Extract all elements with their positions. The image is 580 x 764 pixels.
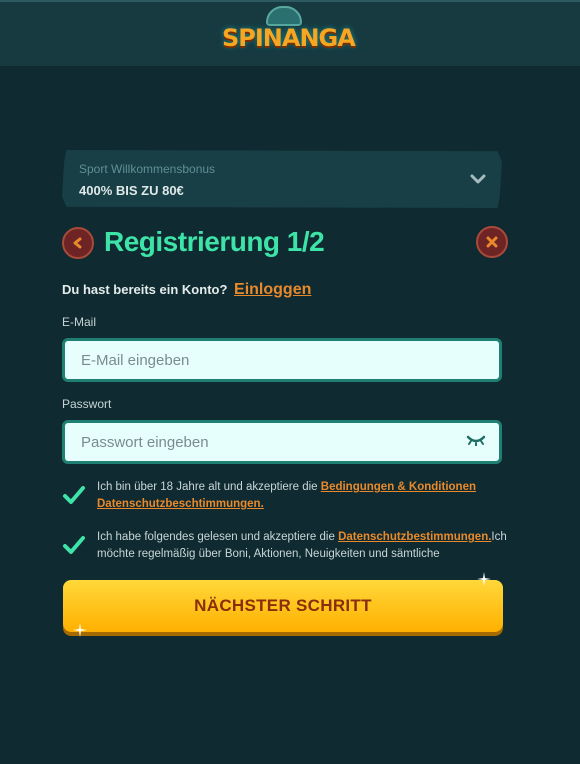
password-label: Passwort — [62, 397, 112, 411]
sparkle-icon — [73, 623, 87, 637]
chevron-left-icon — [73, 237, 82, 249]
chevron-down-icon — [470, 174, 486, 184]
bonus-value: 400% BIS ZU 80€ — [79, 183, 184, 198]
bonus-label: Sport Willkommensbonus — [79, 162, 216, 176]
terms-consent: Ich bin über 18 Jahre alt und akzeptiere… — [97, 479, 507, 513]
login-prompt-text: Du hast bereits ein Konto? — [62, 282, 228, 297]
login-prompt: Du hast bereits ein Konto? Einloggen — [62, 281, 311, 299]
login-link[interactable]: Einloggen — [234, 281, 311, 298]
spinanga-logo[interactable]: SPINANGA — [222, 6, 356, 66]
next-step-button[interactable]: NÄCHSTER SCHRITT — [63, 580, 503, 632]
privacy-consent: Ich habe folgendes gelesen und akzeptier… — [97, 529, 507, 563]
eye-closed-icon[interactable] — [466, 434, 486, 446]
privacy-checkbox[interactable] — [62, 534, 86, 556]
close-button[interactable] — [476, 226, 508, 258]
privacy-text-before: Ich habe folgendes gelesen und akzeptier… — [97, 531, 335, 543]
bonus-selector[interactable]: Sport Willkommensbonus 400% BIS ZU 80€ — [62, 150, 502, 208]
top-bar: SPINANGA — [0, 0, 580, 66]
email-field[interactable] — [62, 338, 502, 382]
next-step-label: NÄCHSTER SCHRITT — [194, 596, 372, 615]
sparkle-icon — [477, 572, 491, 586]
email-label: E-Mail — [62, 315, 97, 329]
terms-checkbox[interactable] — [62, 484, 86, 506]
back-button[interactable] — [62, 227, 94, 259]
logo-text: SPINANGA — [222, 24, 356, 52]
terms-text: Ich bin über 18 Jahre alt und akzeptiere… — [97, 481, 318, 493]
close-icon — [486, 236, 498, 248]
password-field[interactable] — [62, 420, 502, 464]
page-title: Registrierung 1/2 — [104, 226, 325, 257]
privacy-link[interactable]: Datenschutzbestimmungen. — [338, 531, 491, 543]
logo-emblem-icon — [266, 6, 302, 26]
